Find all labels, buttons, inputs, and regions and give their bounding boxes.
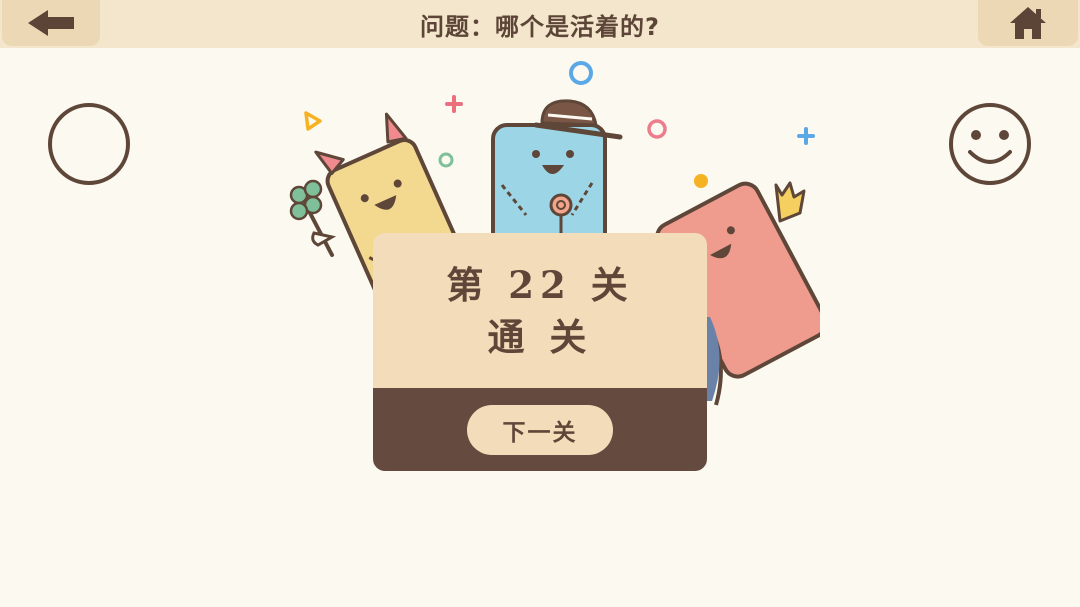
confetti-blue-plus xyxy=(797,127,815,145)
level-status-text: 通 关 xyxy=(487,314,593,359)
top-bar: 问题：哪个是活着的? xyxy=(0,0,1080,48)
home-button[interactable] xyxy=(978,0,1078,46)
next-level-button[interactable]: 下一关 xyxy=(467,405,613,455)
confetti-red-plus xyxy=(445,95,463,113)
confetti-green-ring xyxy=(438,152,454,168)
confetti-pink-ring xyxy=(647,119,667,139)
back-button[interactable] xyxy=(2,0,100,46)
level-number-text: 第 22 关 xyxy=(446,262,634,307)
level-complete-dialog: 第 22 关 通 关 下一关 xyxy=(373,233,707,471)
circle-icon[interactable] xyxy=(45,100,133,188)
dialog-footer: 下一关 xyxy=(373,388,707,471)
question-title: 问题：哪个是活着的? xyxy=(420,12,660,41)
smiley-face-icon[interactable] xyxy=(946,100,1034,188)
confetti-blue-ring xyxy=(569,61,593,85)
home-icon xyxy=(1010,7,1046,39)
dialog-header: 第 22 关 通 关 xyxy=(373,233,707,388)
confetti-yellow-triangle xyxy=(304,111,322,131)
arrow-left-icon xyxy=(28,10,74,36)
confetti-yellow-dot xyxy=(694,174,708,188)
